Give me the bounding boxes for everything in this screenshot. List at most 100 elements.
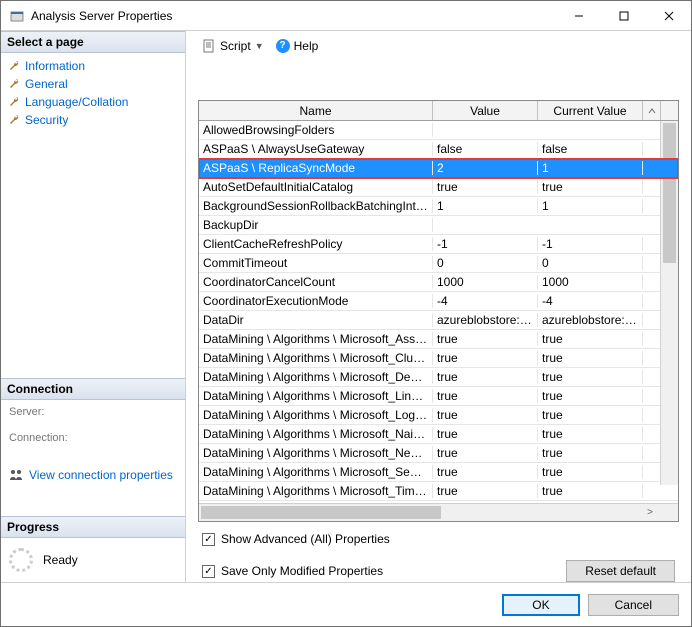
chevron-right-icon[interactable]: > [642, 506, 658, 519]
table-row[interactable]: CommitTimeout00 [199, 254, 678, 273]
ok-button[interactable]: OK [502, 594, 579, 616]
cell-value[interactable]: true [433, 446, 538, 460]
cell-name: DataMining \ Algorithms \ Microsoft_Neur… [199, 446, 433, 460]
cell-name: ClientCacheRefreshPolicy [199, 237, 433, 251]
table-row[interactable]: ASPaaS \ ReplicaSyncMode21 [199, 159, 678, 178]
cell-value[interactable]: true [433, 484, 538, 498]
cell-name: BackupDir [199, 218, 433, 232]
toolbar: Script ▼ ? Help [198, 31, 679, 60]
cancel-button[interactable]: Cancel [588, 594, 679, 616]
show-advanced-label: Show Advanced (All) Properties [221, 532, 390, 546]
cell-value[interactable]: true [433, 465, 538, 479]
cell-current-value: false [538, 142, 643, 156]
table-row[interactable]: DataDirazureblobstore:/...azureblobstore… [199, 311, 678, 330]
help-button[interactable]: ? Help [272, 37, 323, 55]
cell-value[interactable]: -1 [433, 237, 538, 251]
show-advanced-checkbox[interactable]: ✓ [202, 533, 215, 546]
sidebar-page-language-collation[interactable]: Language/Collation [1, 93, 185, 111]
cell-current-value: true [538, 370, 643, 384]
cell-current-value: true [538, 180, 643, 194]
table-row[interactable]: AutoSetDefaultInitialCatalogtruetrue [199, 178, 678, 197]
cell-value[interactable]: azureblobstore:/... [433, 313, 538, 327]
table-row[interactable]: DataMining \ Algorithms \ Microsoft_Sequ… [199, 463, 678, 482]
view-connection-properties-label: View connection properties [29, 468, 173, 482]
wrench-icon [7, 95, 21, 109]
wrench-icon [7, 113, 21, 127]
table-row[interactable]: DataMining \ Algorithms \ Microsoft_Clus… [199, 349, 678, 368]
cell-current-value: true [538, 427, 643, 441]
cell-current-value: 1 [538, 161, 643, 175]
help-icon: ? [276, 39, 290, 53]
cell-name: ASPaaS \ AlwaysUseGateway [199, 142, 433, 156]
script-icon [202, 39, 216, 53]
column-header-name[interactable]: Name [199, 101, 433, 120]
save-modified-checkbox[interactable]: ✓ [202, 565, 215, 578]
close-button[interactable] [646, 1, 691, 31]
view-connection-properties[interactable]: View connection properties [1, 464, 185, 486]
cell-name: AllowedBrowsingFolders [199, 123, 433, 137]
table-row[interactable]: ClientCacheRefreshPolicy-1-1 [199, 235, 678, 254]
wrench-icon [7, 59, 21, 73]
sidebar-page-label: General [25, 77, 68, 91]
cell-current-value: -1 [538, 237, 643, 251]
progress-header: Progress [1, 516, 185, 538]
cell-name: DataMining \ Algorithms \ Microsoft_Time… [199, 484, 433, 498]
cell-name: DataMining \ Algorithms \ Microsoft_Logi… [199, 408, 433, 422]
wrench-icon [7, 77, 21, 91]
left-pane: Select a page Information General Language… [1, 31, 186, 582]
table-row[interactable]: AllowedBrowsingFolders [199, 121, 678, 140]
cell-value[interactable]: 1 [433, 199, 538, 213]
right-pane: Script ▼ ? Help Name Value Current Value… [186, 31, 691, 582]
cell-value[interactable]: true [433, 427, 538, 441]
cell-value[interactable]: 0 [433, 256, 538, 270]
cell-value[interactable]: true [433, 180, 538, 194]
cell-value[interactable]: true [433, 408, 538, 422]
table-row[interactable]: BackupDir [199, 216, 678, 235]
cell-current-value: true [538, 332, 643, 346]
dialog-footer: OK Cancel [1, 582, 691, 626]
cell-value[interactable]: true [433, 389, 538, 403]
cell-value[interactable]: 2 [433, 161, 538, 175]
table-row[interactable]: DataMining \ Algorithms \ Microsoft_Naiv… [199, 425, 678, 444]
reset-default-button[interactable]: Reset default [566, 560, 675, 582]
cell-current-value: true [538, 408, 643, 422]
column-header-current[interactable]: Current Value [538, 101, 643, 120]
table-row[interactable]: DataMining \ Algorithms \ Microsoft_Logi… [199, 406, 678, 425]
progress-spinner-icon [9, 548, 33, 572]
connection-label: Connection: [9, 432, 177, 444]
cell-value[interactable]: false [433, 142, 538, 156]
table-row[interactable]: DataMining \ Algorithms \ Microsoft_Line… [199, 387, 678, 406]
cell-name: DataMining \ Algorithms \ Microsoft_Sequ… [199, 465, 433, 479]
table-row[interactable]: DataMining \ Algorithms \ Microsoft_Asso… [199, 330, 678, 349]
select-page-header: Select a page [1, 31, 185, 53]
cell-name: CoordinatorExecutionMode [199, 294, 433, 308]
table-row[interactable]: DataMining \ Algorithms \ Microsoft_Neur… [199, 444, 678, 463]
table-row[interactable]: CoordinatorCancelCount10001000 [199, 273, 678, 292]
cell-value[interactable]: true [433, 351, 538, 365]
cell-name: DataMining \ Algorithms \ Microsoft_Deci… [199, 370, 433, 384]
sidebar-page-information[interactable]: Information [1, 57, 185, 75]
horizontal-scrollbar-thumb[interactable] [201, 506, 441, 519]
table-row[interactable]: DataMining \ Algorithms \ Microsoft_Deci… [199, 368, 678, 387]
minimize-button[interactable] [556, 1, 601, 31]
table-row[interactable]: BackgroundSessionRollbackBatchingInterva… [199, 197, 678, 216]
table-row[interactable]: CoordinatorExecutionMode-4-4 [199, 292, 678, 311]
cell-value[interactable]: 1000 [433, 275, 538, 289]
horizontal-scrollbar[interactable]: > [199, 503, 678, 521]
vertical-scrollbar-thumb[interactable] [663, 123, 676, 263]
table-row[interactable]: ASPaaS \ AlwaysUseGatewayfalsefalse [199, 140, 678, 159]
cell-value[interactable]: -4 [433, 294, 538, 308]
maximize-button[interactable] [601, 1, 646, 31]
script-button[interactable]: Script ▼ [198, 37, 268, 55]
column-header-value[interactable]: Value [433, 101, 538, 120]
cell-name: DataMining \ Algorithms \ Microsoft_Line… [199, 389, 433, 403]
sidebar-page-label: Security [25, 113, 68, 127]
cell-current-value: true [538, 465, 643, 479]
cell-value[interactable]: true [433, 370, 538, 384]
sidebar-page-general[interactable]: General [1, 75, 185, 93]
sidebar-page-security[interactable]: Security [1, 111, 185, 129]
cell-value[interactable]: true [433, 332, 538, 346]
grid-header: Name Value Current Value [199, 101, 678, 121]
app-icon [9, 8, 25, 24]
table-row[interactable]: DataMining \ Algorithms \ Microsoft_Time… [199, 482, 678, 501]
